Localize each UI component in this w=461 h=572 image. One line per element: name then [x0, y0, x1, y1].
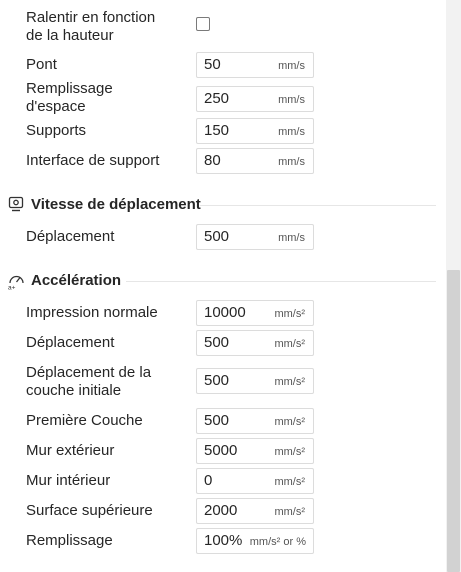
field-value: 2000: [204, 502, 238, 519]
slow-by-height-checkbox[interactable]: [196, 17, 210, 31]
infill-acceleration-input[interactable]: 100% mm/s² or %: [196, 528, 314, 554]
field-value: 10000: [204, 304, 246, 321]
section-travel-speed: Vitesse de déplacement: [0, 194, 446, 214]
inner-wall-acceleration-input[interactable]: 0 mm/s²: [196, 468, 314, 494]
setting-row-supports: Supports 150 mm/s: [0, 118, 446, 144]
initial-layer-travel-acceleration-input[interactable]: 500 mm/s²: [196, 368, 314, 394]
setting-label: Mur extérieur: [26, 442, 115, 459]
normal-print-acceleration-input[interactable]: 10000 mm/s²: [196, 300, 314, 326]
first-layer-acceleration-input[interactable]: 500 mm/s²: [196, 408, 314, 434]
scrollbar-thumb[interactable]: [447, 270, 460, 572]
outer-wall-acceleration-input[interactable]: 5000 mm/s²: [196, 438, 314, 464]
field-unit: mm/s²: [274, 338, 305, 350]
setting-label: Déplacement: [26, 228, 115, 245]
setting-label: Pont: [26, 56, 57, 73]
section-divider: [200, 205, 436, 206]
bridge-speed-input[interactable]: 50 mm/s: [196, 52, 314, 78]
field-unit: mm/s²: [274, 376, 305, 388]
setting-label: Déplacement de la couche initiale: [26, 364, 152, 399]
field-value: 500: [204, 412, 230, 429]
setting-row-bridge: Pont 50 mm/s: [0, 52, 446, 78]
acceleration-gauge-icon: a+: [8, 275, 24, 291]
setting-row-first-layer: Première Couche 500 mm/s²: [0, 408, 446, 434]
speedometer-icon: [8, 196, 24, 212]
field-unit: mm/s: [278, 232, 305, 244]
setting-row-outer-wall: Mur extérieur 5000 mm/s²: [0, 438, 446, 464]
section-title: Vitesse de déplacement: [31, 196, 201, 213]
setting-label: Déplacement: [26, 334, 115, 351]
field-value: 100%: [204, 532, 243, 549]
setting-row-travel-acceleration: Déplacement 500 mm/s²: [0, 330, 446, 356]
setting-row-infill: Remplissage 100% mm/s² or %: [0, 528, 446, 554]
setting-label: Mur intérieur: [26, 472, 111, 489]
field-unit: mm/s: [278, 94, 305, 106]
field-value: 500: [204, 372, 230, 389]
section-divider: [126, 281, 436, 282]
field-value: 500: [204, 228, 230, 245]
field-unit: mm/s²: [274, 446, 305, 458]
travel-acceleration-input[interactable]: 500 mm/s²: [196, 330, 314, 356]
setting-label: Impression normale: [26, 304, 158, 321]
field-value: 80: [204, 152, 221, 169]
field-unit: mm/s²: [274, 476, 305, 488]
top-surface-acceleration-input[interactable]: 2000 mm/s²: [196, 498, 314, 524]
support-interface-speed-input[interactable]: 80 mm/s: [196, 148, 314, 174]
setting-label: Interface de support: [26, 152, 160, 169]
setting-row-normal-print: Impression normale 10000 mm/s²: [0, 300, 446, 326]
section-title: Accélération: [31, 272, 122, 289]
setting-label: Remplissage d'espace: [26, 80, 113, 115]
slow-by-height-row: Ralentir en fonction de la hauteur: [0, 0, 446, 48]
field-value: 50: [204, 56, 221, 73]
slow-by-height-label: Ralentir en fonction de la hauteur: [26, 9, 156, 44]
field-unit: mm/s²: [274, 308, 305, 320]
setting-row-travel: Déplacement 500 mm/s: [0, 224, 446, 250]
field-unit: mm/s: [278, 156, 305, 168]
gap-fill-speed-input[interactable]: 250 mm/s: [196, 86, 314, 112]
field-unit: mm/s: [278, 60, 305, 72]
setting-row-gap-fill: Remplissage d'espace 250 mm/s: [0, 80, 446, 120]
field-unit: mm/s²: [274, 416, 305, 428]
field-value: 0: [204, 472, 213, 489]
setting-label: Première Couche: [26, 412, 143, 429]
field-unit: mm/s²: [274, 506, 305, 518]
supports-speed-input[interactable]: 150 mm/s: [196, 118, 314, 144]
travel-speed-input[interactable]: 500 mm/s: [196, 224, 314, 250]
setting-row-support-interface: Interface de support 80 mm/s: [0, 148, 446, 174]
field-value: 500: [204, 334, 230, 351]
svg-text:a+: a+: [8, 285, 16, 291]
setting-row-top-surface: Surface supérieure 2000 mm/s²: [0, 498, 446, 524]
setting-label: Surface supérieure: [26, 502, 153, 519]
field-unit: mm/s² or %: [249, 536, 306, 548]
field-value: 5000: [204, 442, 238, 459]
setting-row-initial-layer-travel: Déplacement de la couche initiale 500 mm…: [0, 362, 446, 402]
field-value: 250: [204, 90, 230, 107]
settings-panel: Ralentir en fonction de la hauteur Pont …: [0, 0, 446, 572]
field-value: 150: [204, 122, 230, 139]
setting-label: Remplissage: [26, 532, 113, 549]
section-acceleration: a+ Accélération: [0, 270, 446, 292]
setting-label: Supports: [26, 122, 87, 139]
setting-row-inner-wall: Mur intérieur 0 mm/s²: [0, 468, 446, 494]
field-unit: mm/s: [278, 126, 305, 138]
